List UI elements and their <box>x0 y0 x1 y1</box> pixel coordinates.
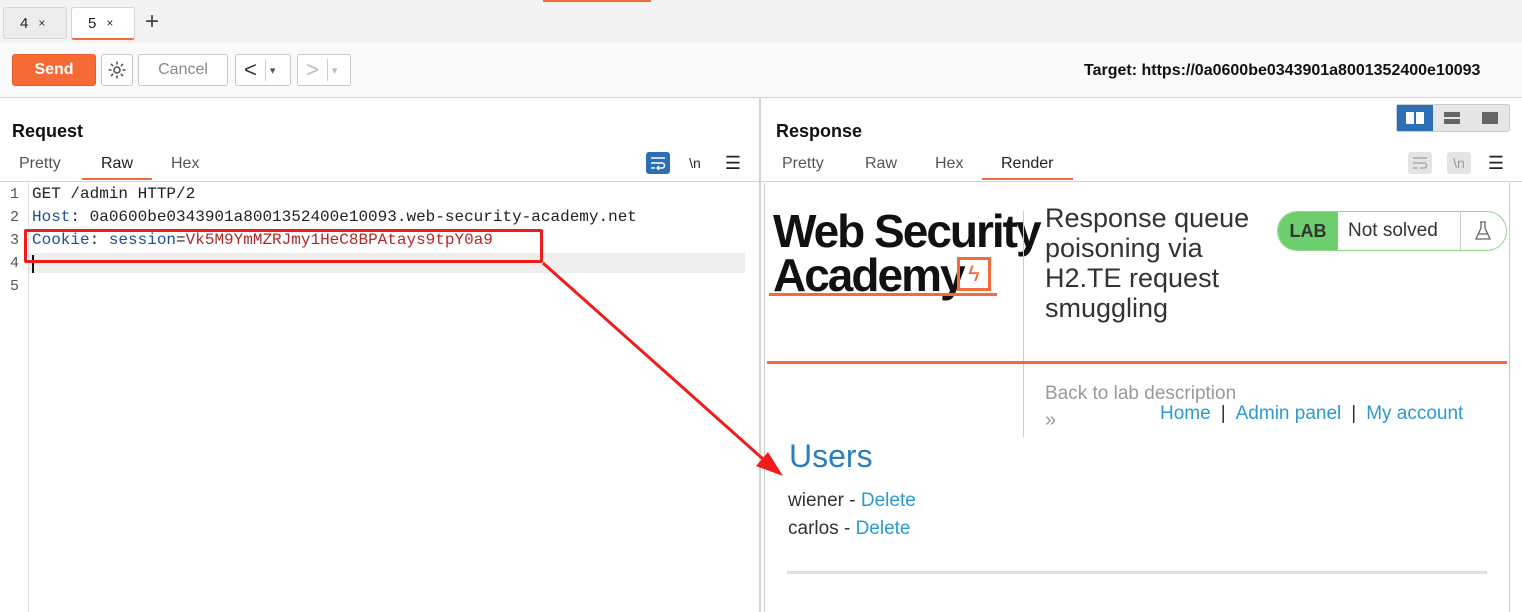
toolbar: Send Cancel < ▾ > ▾ Target: https://0a06… <box>0 42 1522 98</box>
user-name: carlos <box>788 518 839 539</box>
tab-5[interactable]: 5 × <box>71 7 135 40</box>
divider <box>264 59 266 81</box>
header-name: Host <box>32 208 71 226</box>
gear-icon <box>108 61 126 79</box>
line-number: 5 <box>10 278 20 295</box>
split-horizontal-icon[interactable] <box>1433 105 1471 131</box>
user-row: carlos - Delete <box>788 518 911 540</box>
lab-status: Not solved <box>1348 220 1438 241</box>
request-title: Request <box>12 121 84 141</box>
divider <box>0 181 759 182</box>
user-name: wiener <box>788 490 844 511</box>
nav-my-account-link[interactable]: My account <box>1366 403 1463 424</box>
back-to-lab-link[interactable]: Back to lab description <box>1045 383 1236 405</box>
newline-toggle[interactable]: \n <box>1447 152 1471 174</box>
tab-pretty[interactable]: Pretty <box>19 155 61 173</box>
line-number: 2 <box>10 209 20 226</box>
lab-status-badge: LAB Not solved <box>1277 211 1507 251</box>
tab-label: 5 <box>88 14 97 32</box>
chevrons-right-icon: » <box>1045 409 1057 431</box>
tab-raw[interactable]: Raw <box>865 155 897 173</box>
delete-user-link[interactable]: Delete <box>856 518 911 539</box>
annotation-highlight-box <box>24 229 543 263</box>
top-nav: Home | Admin panel | My account <box>1160 403 1463 425</box>
split-vertical-icon[interactable] <box>1397 105 1433 131</box>
flask-icon <box>1460 212 1505 250</box>
target-url[interactable]: Target: https://0a0600be0343901a80013524… <box>1084 62 1480 80</box>
menu-icon[interactable]: ☰ <box>721 152 745 174</box>
chevron-left-icon: < <box>244 57 257 82</box>
tab-hex[interactable]: Hex <box>171 155 199 173</box>
user-dash: - <box>843 490 861 511</box>
header-separator: : <box>70 208 90 226</box>
host-header: Host: 0a0600be0343901a8001352400e10093.w… <box>32 208 637 226</box>
layout-switcher <box>1396 104 1510 132</box>
word-wrap-icon[interactable] <box>646 152 670 174</box>
forward-button[interactable]: > ▾ <box>297 54 351 86</box>
divider <box>1023 211 1024 437</box>
chevron-down-icon[interactable]: ▾ <box>332 64 338 77</box>
panel-splitter[interactable] <box>759 98 761 612</box>
menu-icon[interactable]: ☰ <box>1484 152 1508 174</box>
line-number: 4 <box>10 255 20 272</box>
newline-toggle[interactable]: \n <box>683 152 707 174</box>
response-title: Response <box>776 121 863 141</box>
tab-label: 4 <box>20 14 29 32</box>
back-button[interactable]: < ▾ <box>235 54 291 86</box>
cancel-button[interactable]: Cancel <box>138 54 228 86</box>
rendered-response: Web Security Academy ϟ Response queue po… <box>764 183 1510 612</box>
web-security-academy-logo[interactable]: Web Security Academy <box>773 205 1042 301</box>
tab-hex[interactable]: Hex <box>935 155 963 173</box>
divider <box>326 59 328 81</box>
users-heading: Users <box>789 438 873 474</box>
nav-admin-panel-link[interactable]: Admin panel <box>1236 403 1342 424</box>
logo-underline <box>769 293 997 296</box>
active-tab-indicator <box>982 178 1073 180</box>
line-number: 1 <box>10 186 20 203</box>
chevron-down-icon[interactable]: ▾ <box>270 64 276 77</box>
line-number: 3 <box>10 232 20 249</box>
chevron-right-icon: > <box>306 57 319 82</box>
tab-bar-accent <box>543 0 651 2</box>
lab-title: Response queue poisoning via H2.TE reque… <box>1045 203 1250 323</box>
single-pane-icon[interactable] <box>1471 105 1509 131</box>
word-wrap-icon[interactable] <box>1408 152 1432 174</box>
settings-button[interactable] <box>101 54 133 86</box>
tab-pretty[interactable]: Pretty <box>782 155 824 173</box>
close-icon[interactable]: × <box>38 16 45 30</box>
lab-label: LAB <box>1278 212 1338 250</box>
logo-line: Web Security <box>773 205 1042 257</box>
divider <box>787 571 1487 574</box>
nav-home-link[interactable]: Home <box>1160 403 1211 424</box>
nav-separator: | <box>1220 403 1226 424</box>
header-value: 0a0600be0343901a8001352400e10093.web-sec… <box>89 208 637 226</box>
user-dash: - <box>838 518 856 539</box>
tab-raw[interactable]: Raw <box>101 155 133 173</box>
tab-render[interactable]: Render <box>1001 155 1053 173</box>
new-tab-button[interactable]: + <box>145 8 159 36</box>
user-row: wiener - Delete <box>788 490 916 512</box>
tab-bar: 4 × 5 × + <box>0 0 1522 43</box>
divider <box>761 181 1522 182</box>
delete-user-link[interactable]: Delete <box>861 490 916 511</box>
logo-line: Academy <box>773 249 966 301</box>
close-icon[interactable]: × <box>106 16 113 30</box>
nav-separator: | <box>1351 403 1357 424</box>
active-tab-indicator <box>82 178 152 180</box>
header-divider <box>767 361 1507 364</box>
tab-4[interactable]: 4 × <box>3 7 67 39</box>
send-button[interactable]: Send <box>12 54 96 86</box>
request-line: GET /admin HTTP/2 <box>32 185 196 203</box>
lightning-icon: ϟ <box>957 257 991 291</box>
